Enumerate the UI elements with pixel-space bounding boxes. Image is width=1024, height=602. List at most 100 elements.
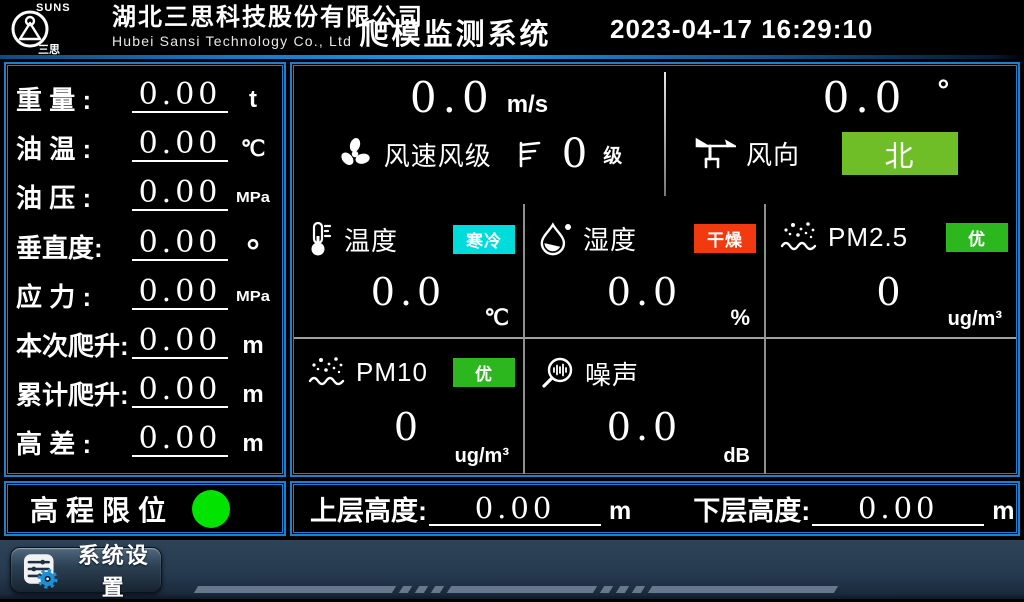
measure-row-height-diff: 高 差 : 0.00 m	[16, 416, 274, 465]
wind-level-unit: 级	[603, 141, 622, 168]
page-title: 爬模监测系统	[348, 11, 563, 53]
measure-value: 0.00	[132, 325, 228, 359]
measure-row-weight: 重 量 : 0.00 t	[16, 72, 274, 121]
measure-row-verticality: 垂直度: 0.00 °	[16, 219, 274, 268]
sensor-label: 噪声	[585, 355, 639, 392]
wind-direction-label: 风向	[746, 135, 800, 172]
sensor-cell-pm10: PM10 优 0 ug/m³	[294, 339, 525, 474]
datetime-display: 2023-04-17 16:29:10	[610, 14, 873, 45]
status-badge: 优	[453, 358, 515, 387]
sensor-grid: 温度 寒冷 0.0 ℃ 湿度 干燥 0.0 %	[294, 204, 1016, 474]
measure-label: 应 力 :	[16, 282, 130, 312]
header: SUNS 三思 湖北三思科技股份有限公司 Hubei Sansi Technol…	[0, 0, 1024, 55]
status-badge: 优	[946, 223, 1008, 252]
lower-height-value: 0.00	[812, 493, 984, 526]
measurement-panel: 重 量 : 0.00 t 油 温 : 0.00 ℃ 油 压 : 0.00 MPa…	[4, 62, 286, 477]
sensor-label: 湿度	[583, 220, 637, 257]
measure-label: 垂直度:	[16, 233, 130, 263]
measure-label: 油 温 :	[16, 134, 130, 164]
sensor-unit: ℃	[484, 305, 509, 331]
measure-unit: m	[232, 380, 274, 410]
measure-value: 0.00	[132, 374, 228, 408]
wind-direction-unit: °	[937, 76, 949, 106]
wind-direction-badge: 北	[842, 132, 958, 175]
sensor-unit: dB	[723, 445, 750, 468]
measure-unit: m	[232, 331, 274, 361]
elevation-limit-indicator	[192, 490, 230, 528]
wind-level-icon	[516, 139, 542, 169]
measure-unit: °	[232, 241, 274, 263]
taskbar: 系统设置	[0, 540, 1024, 599]
sensor-value: 0.0	[525, 270, 764, 314]
measure-unit: t	[232, 85, 274, 115]
wind-direction-value: 0.0	[823, 74, 908, 122]
environment-panel: 0.0 m/s 风速风级	[290, 62, 1020, 477]
header-divider	[0, 55, 1024, 59]
measure-unit: ℃	[232, 134, 274, 164]
status-badge: 寒冷	[453, 225, 515, 254]
measure-unit: m	[232, 429, 274, 459]
sensor-cell-temperature: 温度 寒冷 0.0 ℃	[294, 204, 525, 339]
fan-icon	[336, 135, 374, 173]
sensor-unit: %	[730, 305, 750, 331]
sensor-label: 温度	[344, 221, 398, 258]
droplet-icon	[539, 221, 573, 257]
measure-row-current-climb: 本次爬升: 0.00 m	[16, 318, 274, 367]
noise-icon	[539, 356, 575, 392]
measure-label: 重 量 :	[16, 85, 130, 115]
layer-heights-panel: 上层高度: 0.00 m 下层高度: 0.00 m	[290, 481, 1020, 536]
sensor-label: PM2.5	[828, 222, 908, 253]
sensor-value: 0.0	[525, 405, 764, 449]
measure-value: 0.00	[132, 177, 228, 211]
measure-label: 高 差 :	[16, 429, 130, 459]
measure-value: 0.00	[132, 79, 228, 113]
wind-direction-block: 0.0 ° 风向	[666, 66, 1016, 204]
upper-height-unit: m	[609, 496, 631, 526]
sensor-unit: ug/m³	[948, 308, 1002, 331]
status-badge: 干燥	[694, 224, 756, 253]
sensor-cell-empty	[766, 339, 1016, 474]
measure-value: 0.00	[132, 276, 228, 310]
lower-height-group: 下层高度: 0.00 m	[693, 493, 1014, 526]
sensor-value: 0	[294, 405, 523, 449]
measure-unit: MPa	[230, 282, 276, 312]
sensor-label: PM10	[356, 357, 428, 388]
wind-speed-label: 风速风级	[384, 136, 492, 173]
wind-speed-block: 0.0 m/s 风速风级	[294, 66, 664, 204]
measure-label: 本次爬升:	[16, 331, 130, 361]
wind-level-value: 0	[562, 134, 587, 174]
measure-value: 0.00	[132, 423, 228, 457]
measure-value: 0.00	[132, 227, 228, 261]
wind-vane-icon	[694, 137, 736, 171]
sensor-cell-humidity: 湿度 干燥 0.0 %	[525, 204, 766, 339]
dust-icon	[308, 355, 346, 389]
measure-label: 累计爬升:	[16, 380, 130, 410]
sensor-cell-noise: 噪声 0.0 dB	[525, 339, 766, 474]
company-logo: SUNS 三思	[6, 0, 116, 55]
sensor-cell-pm25: PM2.5 优 0 ug/m³	[766, 204, 1016, 339]
dust-icon	[780, 220, 818, 254]
elevation-limit-panel: 高程限位	[4, 481, 286, 536]
settings-sliders-gear-icon	[23, 551, 58, 589]
measure-row-oil-pressure: 油 压 : 0.00 MPa	[16, 170, 274, 219]
measure-label: 油 压 :	[16, 183, 130, 213]
lower-height-label: 下层高度:	[693, 496, 810, 526]
thermometer-icon	[308, 220, 334, 258]
measure-unit: MPa	[230, 183, 276, 213]
system-settings-button[interactable]: 系统设置	[10, 547, 162, 593]
taskbar-decoration	[196, 586, 836, 593]
lower-height-unit: m	[992, 496, 1014, 526]
upper-height-value: 0.00	[429, 493, 601, 526]
elevation-limit-label: 高程限位	[30, 489, 174, 529]
measure-row-oil-temp: 油 温 : 0.00 ℃	[16, 121, 274, 170]
upper-height-label: 上层高度:	[310, 496, 427, 526]
sensor-unit: ug/m³	[455, 445, 509, 468]
wind-speed-value: 0.0	[410, 74, 495, 122]
measure-value: 0.00	[132, 128, 228, 162]
climbing-formwork-monitor-screen: SUNS 三思 湖北三思科技股份有限公司 Hubei Sansi Technol…	[0, 0, 1024, 599]
measure-row-total-climb: 累计爬升: 0.00 m	[16, 367, 274, 416]
measure-row-stress: 应 力 : 0.00 MPa	[16, 269, 274, 318]
upper-height-group: 上层高度: 0.00 m	[310, 493, 631, 526]
wind-speed-unit: m/s	[507, 91, 548, 119]
wind-section: 0.0 m/s 风速风级	[294, 66, 1016, 204]
